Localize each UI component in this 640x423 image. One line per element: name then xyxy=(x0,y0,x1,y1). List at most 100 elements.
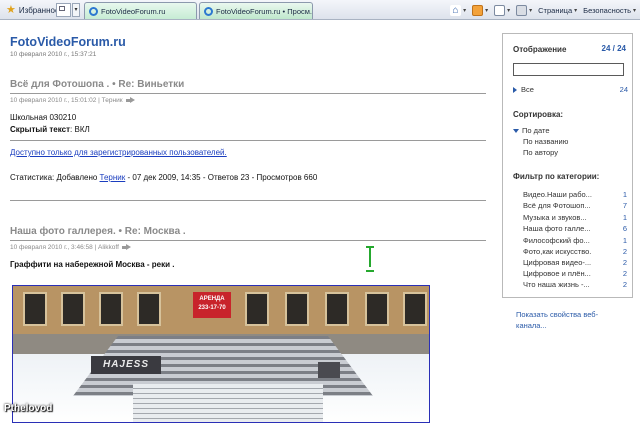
feed-properties-link[interactable]: Показать свойства веб-канала... xyxy=(516,309,626,331)
category-name: Видео.Наши рабо... xyxy=(523,190,592,199)
category-name: Что наша жизнь -... xyxy=(523,280,590,289)
star-icon: ★ xyxy=(6,3,16,16)
photo-building: АРЕНДА 233-17-70 xyxy=(13,286,429,334)
quick-tabs-icon[interactable] xyxy=(56,3,71,17)
stats-prefix: Статистика: Добавлено xyxy=(10,173,100,182)
chevron-down-icon[interactable]: ▾ xyxy=(633,7,636,14)
category-count: 2 xyxy=(622,269,627,278)
category-name: Наша фото галле... xyxy=(523,224,591,233)
chevron-down-icon[interactable]: ▾ xyxy=(485,7,488,14)
post-meta-text: 10 февраля 2010 г., 3:46:58 | Alikkoff xyxy=(10,244,119,251)
category-item[interactable]: Всё для Фотошоп... 7 xyxy=(523,201,627,210)
stats-suffix: - 07 дек 2009, 14:35 - Ответов 23 - Прос… xyxy=(125,173,318,182)
tab-list-dropdown[interactable]: ▾ xyxy=(72,3,80,17)
post-stats: Статистика: Добавлено Терник - 07 дек 20… xyxy=(10,173,317,182)
registered-only-link[interactable]: Доступно только для зарегистрированных п… xyxy=(10,148,227,157)
photo-window xyxy=(285,292,309,326)
ie-page-icon xyxy=(204,6,213,16)
category-name: Философский фо... xyxy=(523,236,590,245)
sort-by-author[interactable]: По автору xyxy=(523,148,558,157)
category-item[interactable]: Наша фото галле... 6 xyxy=(523,224,627,233)
category-name: Цифровое и плён... xyxy=(523,269,591,278)
category-item[interactable]: Что наша жизнь -... 2 xyxy=(523,280,627,289)
filter-all[interactable]: Все 24 xyxy=(513,85,628,94)
mail-icon[interactable] xyxy=(494,4,506,16)
favorites-button[interactable]: ★ Избранное xyxy=(2,2,63,18)
post-meta: 10 февраля 2010 г., 3:46:58 | Alikkoff xyxy=(10,244,131,251)
category-count: 1 xyxy=(622,190,627,199)
sort-heading: Сортировка: xyxy=(513,110,564,119)
photo-window xyxy=(137,292,161,326)
photo-window xyxy=(61,292,85,326)
display-count: 24 / 24 xyxy=(601,44,626,53)
photo-steps xyxy=(133,384,323,422)
category-count: 1 xyxy=(622,236,627,245)
arrow-right-icon[interactable] xyxy=(121,244,131,251)
author-link[interactable]: Терник xyxy=(100,173,126,182)
divider xyxy=(10,140,486,141)
sort-by-title[interactable]: По названию xyxy=(523,137,568,146)
photo-window xyxy=(245,292,269,326)
category-name: Цифровая видео-... xyxy=(523,258,592,267)
display-heading: Отображение xyxy=(513,45,567,54)
category-item[interactable]: Философский фо... 1 xyxy=(523,236,627,245)
divider xyxy=(10,240,486,241)
page-menu[interactable]: Страница xyxy=(538,6,572,15)
browser-toolbar: ★ Избранное ▾ FotoVideoForum.ru FotoVide… xyxy=(0,0,640,20)
tab-fotovideoforum[interactable]: FotoVideoForum.ru xyxy=(84,2,197,19)
safety-menu[interactable]: Безопасность xyxy=(583,6,631,15)
photo-window xyxy=(403,292,427,326)
category-count: 2 xyxy=(622,280,627,289)
post-caption: Граффити на набережной Москва - реки . xyxy=(10,260,175,269)
post-title[interactable]: Наша фото галлерея. • Re: Москва . xyxy=(10,226,186,237)
category-filter-heading: Фильтр по категории: xyxy=(513,172,600,181)
print-icon[interactable] xyxy=(516,4,528,16)
category-item[interactable]: Цифровая видео-... 2 xyxy=(523,258,627,267)
category-item[interactable]: Музыка и звуков... 1 xyxy=(523,213,627,222)
category-name: Всё для Фотошоп... xyxy=(523,201,591,210)
category-count: 7 xyxy=(622,201,627,210)
photo-window xyxy=(23,292,47,326)
filter-all-label: Все xyxy=(521,85,534,94)
post-text: Школьная 030210 xyxy=(10,113,77,122)
command-bar: ⌂ ▾ ▾ ▾ ▾ Страница ▾ Безопасность ▾ xyxy=(450,3,636,17)
photo-window xyxy=(99,292,123,326)
post-meta: 10 февраля 2010 г., 15:01:02 | Терник xyxy=(10,97,135,104)
tab-fotovideoforum-view[interactable]: FotoVideoForum.ru • Просм... × xyxy=(199,2,313,19)
photo-graffiti: HAJESS xyxy=(91,356,161,374)
hidden-text-label: Скрытый текст xyxy=(10,125,71,134)
triangle-down-icon xyxy=(513,128,519,133)
category-item[interactable]: Видео.Наши рабо... 1 xyxy=(523,190,627,199)
arrow-right-icon[interactable] xyxy=(125,97,135,104)
photo-rent-sign: АРЕНДА 233-17-70 xyxy=(193,292,231,318)
filter-search-input[interactable] xyxy=(513,63,624,76)
photo-window xyxy=(325,292,349,326)
hidden-text-value: : ВКЛ xyxy=(70,125,90,134)
post-photo[interactable]: АРЕНДА 233-17-70 HAJESS xyxy=(12,285,430,423)
divider xyxy=(10,200,486,201)
favorites-label: Избранное xyxy=(18,5,60,15)
chevron-down-icon[interactable]: ▾ xyxy=(529,7,532,14)
sort-by-date[interactable]: По дате xyxy=(513,126,550,135)
category-name: Музыка и звуков... xyxy=(523,213,587,222)
category-item[interactable]: Фото,как искусство. 2 xyxy=(523,247,627,256)
category-item[interactable]: Цифровое и плён... 2 xyxy=(523,269,627,278)
chevron-down-icon[interactable]: ▾ xyxy=(574,7,577,14)
rss-feed-icon[interactable] xyxy=(472,4,484,16)
category-count: 2 xyxy=(622,258,627,267)
chevron-down-icon[interactable]: ▾ xyxy=(463,7,466,14)
home-icon[interactable]: ⌂ xyxy=(450,4,462,16)
sort-by-date-label: По дате xyxy=(522,126,550,135)
filter-all-count: 24 xyxy=(619,85,628,94)
photo-graffiti-small xyxy=(318,362,340,378)
text-cursor-icon xyxy=(366,246,374,272)
divider xyxy=(10,93,486,94)
tab-label: FotoVideoForum.ru • Просм... xyxy=(216,6,313,16)
feed-title[interactable]: FotoVideoForum.ru xyxy=(10,35,126,49)
category-count: 1 xyxy=(622,213,627,222)
tab-label: FotoVideoForum.ru xyxy=(101,6,166,16)
post-title[interactable]: Всё для Фотошопа . • Re: Виньетки xyxy=(10,79,184,90)
triangle-right-icon xyxy=(513,86,517,93)
photo-window xyxy=(365,292,389,326)
chevron-down-icon[interactable]: ▾ xyxy=(507,7,510,14)
